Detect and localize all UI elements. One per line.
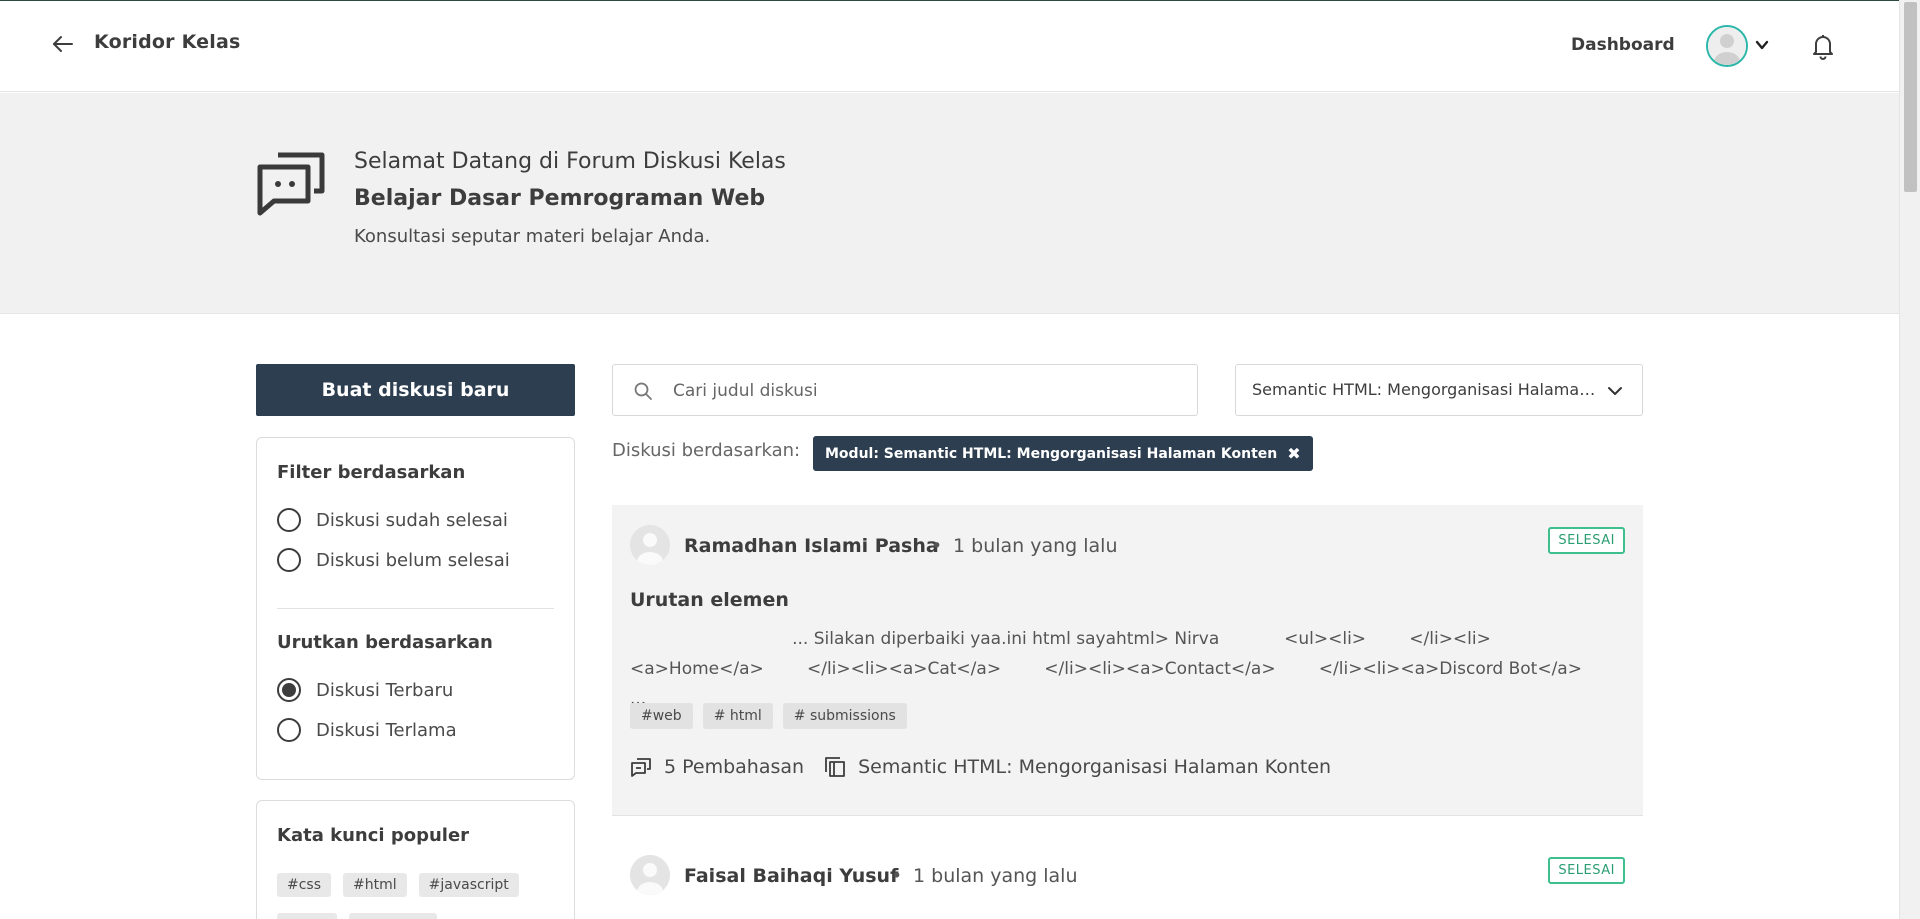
active-filter-chip-text: Modul: Semantic HTML: Mengorganisasi Hal… [825, 445, 1278, 462]
radio-button-checked[interactable] [277, 678, 301, 702]
chevron-down-icon [1608, 387, 1622, 395]
brand-title[interactable]: Koridor Kelas [94, 31, 240, 53]
new-discussion-button[interactable]: Buat diskusi baru [256, 364, 575, 416]
post-time: 1 bulan yang lalu [913, 865, 1078, 887]
radio-label: Diskusi belum selesai [316, 549, 510, 571]
post-time: 1 bulan yang lalu [953, 535, 1118, 557]
radio-button[interactable] [277, 718, 301, 742]
dashboard-link[interactable]: Dashboard [1571, 35, 1675, 55]
bell-icon[interactable] [1810, 32, 1836, 60]
replies-count: 5 Pembahasan [664, 756, 805, 778]
radio-label: Diskusi Terlama [316, 719, 457, 741]
discussion-excerpt: ... Silakan diperbaiki yaa.ini html saya… [630, 629, 1582, 709]
author-avatar [630, 525, 670, 565]
keyword-list-row2 [277, 913, 437, 919]
filter-title: Filter berdasarkan [277, 462, 466, 483]
user-avatar-icon [1708, 27, 1746, 65]
top-header: Koridor Kelas Dashboard [0, 1, 1899, 92]
sort-title: Urutkan berdasarkan [277, 632, 493, 653]
filter-card: Filter berdasarkan Diskusi sudah selesai… [256, 437, 575, 780]
keyword-tag[interactable]: #css [277, 873, 332, 897]
radio-dot [282, 683, 296, 697]
sort-option-oldest[interactable]: Diskusi Terlama [277, 718, 457, 742]
module-copy-icon [825, 757, 845, 777]
keywords-title: Kata kunci populer [277, 825, 470, 846]
keyword-list: #css #html #javascript [277, 873, 519, 897]
module-select-value: Semantic HTML: Mengorganisasi Halaman Ko… [1252, 380, 1602, 399]
author-avatar [630, 855, 670, 895]
discussion-meta: 5 Pembahasan Semantic HTML: Mengorganisa… [630, 756, 1331, 778]
sort-option-newest[interactable]: Diskusi Terbaru [277, 678, 453, 702]
divider [277, 608, 554, 609]
close-icon[interactable]: ✖ [1287, 444, 1300, 463]
tag[interactable]: #web [630, 703, 693, 729]
module-select[interactable]: Semantic HTML: Mengorganisasi Halaman Ko… [1235, 364, 1643, 416]
search-input[interactable] [673, 377, 1173, 405]
popular-keywords-card: Kata kunci populer #css #html #javascrip… [256, 800, 575, 919]
class-name-heading: Belajar Dasar Pemrograman Web [354, 186, 766, 211]
hero-welcome-text: Selamat Datang di Forum Diskusi Kelas [354, 149, 786, 174]
keyword-tag[interactable]: #html [343, 873, 407, 897]
tag[interactable]: # submissions [782, 703, 907, 729]
status-badge: SELESAI [1548, 857, 1625, 884]
discussion-title[interactable]: Urutan elemen [630, 589, 789, 611]
status-badge: SELESAI [1548, 527, 1625, 554]
chat-bubbles-icon [257, 152, 325, 216]
radio-label: Diskusi sudah selesai [316, 509, 508, 531]
filter-option-done[interactable]: Diskusi sudah selesai [277, 508, 508, 532]
radio-label: Diskusi Terbaru [316, 679, 454, 701]
keyword-tag[interactable] [349, 913, 437, 919]
author-name[interactable]: Ramadhan Islami Pasha [684, 535, 939, 557]
page-scrollbar[interactable] [1899, 0, 1920, 919]
user-avatar-icon [630, 855, 670, 895]
keyword-tag[interactable] [277, 913, 337, 919]
hero-subtitle: Konsultasi seputar materi belajar Anda. [354, 226, 711, 247]
active-filter-label: Diskusi berdasarkan: [612, 440, 801, 461]
active-filter-chip: Modul: Semantic HTML: Mengorganisasi Hal… [813, 436, 1313, 471]
hero-banner: Selamat Datang di Forum Diskusi Kelas Be… [0, 93, 1899, 314]
author-name[interactable]: Faisal Baihaqi Yusuf [684, 865, 898, 887]
discussion-card[interactable]: Faisal Baihaqi Yusuf • 1 bulan yang lalu… [612, 835, 1643, 919]
discussion-tags: #web # html # submissions [630, 703, 907, 729]
keyword-tag[interactable]: #javascript [418, 873, 519, 897]
radio-button[interactable] [277, 508, 301, 532]
search-box [612, 364, 1198, 416]
tag[interactable]: # html [702, 703, 773, 729]
user-avatar-button[interactable] [1706, 25, 1748, 67]
filter-option-not-done[interactable]: Diskusi belum selesai [277, 548, 510, 572]
discussion-card[interactable]: Ramadhan Islami Pasha • 1 bulan yang lal… [612, 505, 1643, 816]
user-avatar-icon [630, 525, 670, 565]
module-name: Semantic HTML: Mengorganisasi Halaman Ko… [858, 756, 1332, 778]
scrollbar-thumb[interactable] [1904, 2, 1917, 192]
arrow-left-icon[interactable] [51, 33, 75, 55]
radio-button[interactable] [277, 548, 301, 572]
separator-dot: • [931, 535, 943, 557]
search-icon [634, 382, 652, 400]
separator-dot: • [891, 865, 903, 887]
chevron-down-icon[interactable] [1754, 37, 1770, 53]
comments-icon [631, 758, 651, 777]
